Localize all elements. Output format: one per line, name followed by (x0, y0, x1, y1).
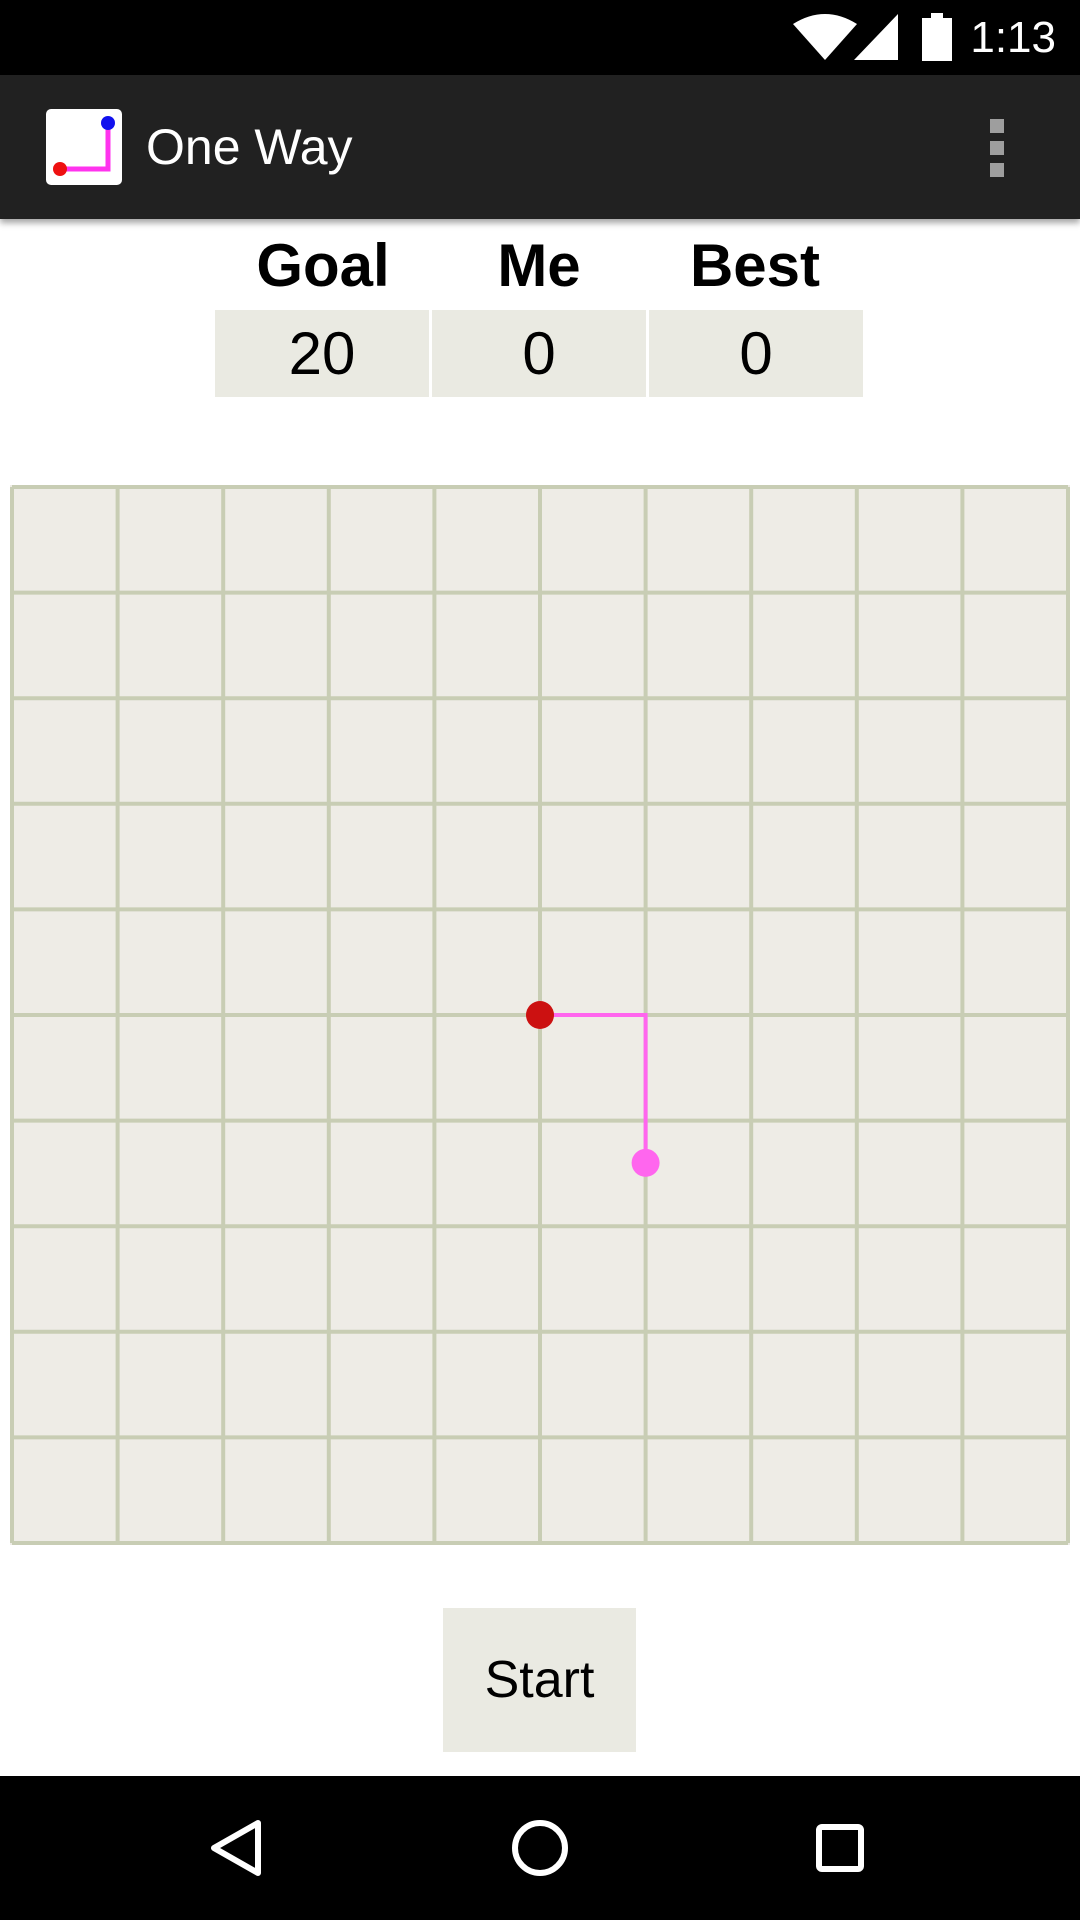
screen: 1:13 One Way Goal Me Best 20 0 0 Start (0, 0, 1080, 1920)
goal-label: Goal (256, 232, 390, 299)
wifi-icon (793, 14, 857, 60)
goal-value: 20 (215, 310, 429, 397)
app-title: One Way (146, 119, 353, 175)
cell-signal-icon (854, 14, 898, 60)
home-icon[interactable] (490, 1798, 590, 1898)
status-time: 1:13 (970, 13, 1056, 62)
best-label: Best (689, 232, 821, 299)
end-point (631, 1148, 660, 1177)
me-label: Me (497, 232, 581, 299)
me-value: 0 (432, 310, 646, 397)
status-bar: 1:13 (0, 0, 1080, 75)
overflow-menu-icon[interactable] (970, 115, 1022, 181)
navigation-bar (0, 1776, 1080, 1920)
action-bar: One Way (0, 75, 1080, 219)
score-header: Goal Me Best (215, 226, 865, 306)
start-point (526, 1001, 554, 1029)
back-icon[interactable] (190, 1798, 290, 1898)
battery-icon (922, 13, 952, 61)
score-values: 20 0 0 (215, 310, 865, 397)
best-value: 0 (649, 310, 863, 397)
start-button[interactable]: Start (443, 1608, 636, 1752)
game-board[interactable] (10, 485, 1070, 1545)
recents-icon[interactable] (790, 1798, 890, 1898)
one-way-app-icon (46, 109, 122, 185)
